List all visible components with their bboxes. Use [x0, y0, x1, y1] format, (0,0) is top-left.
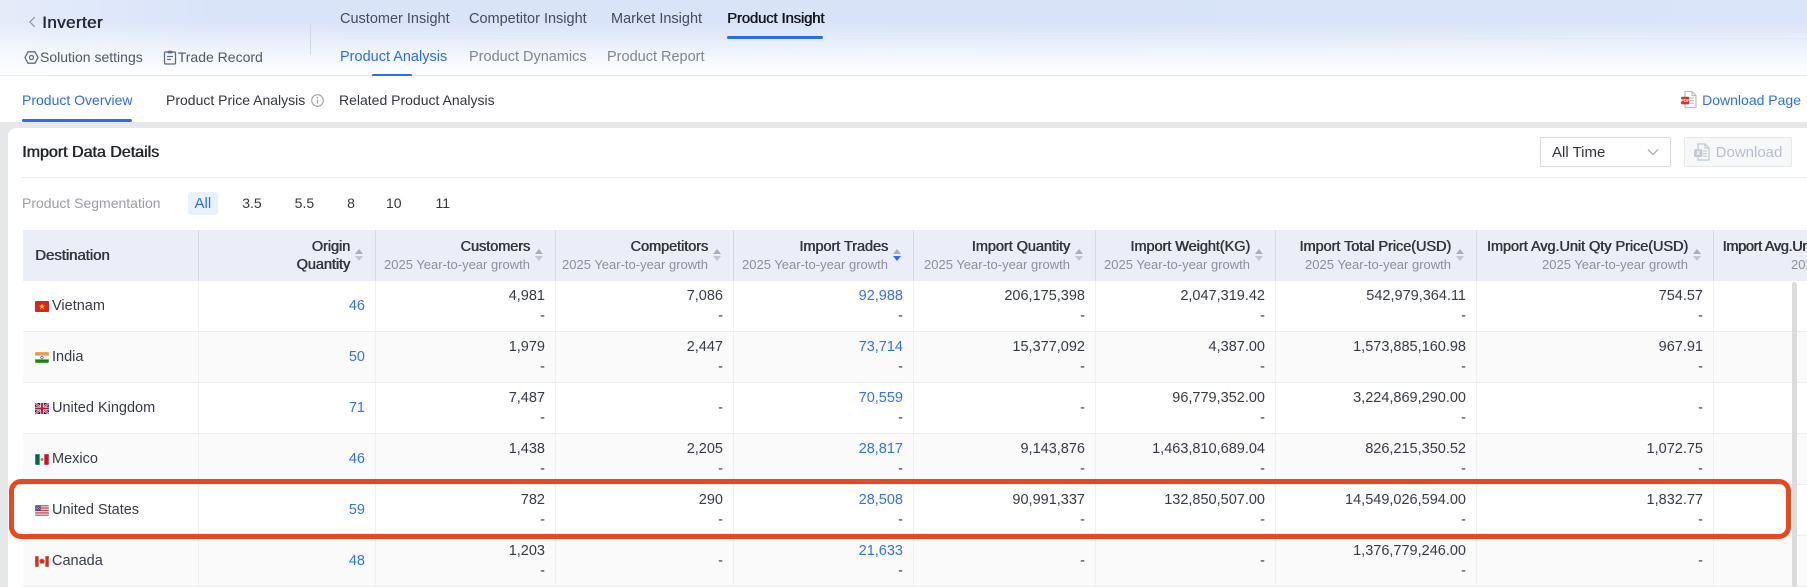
svg-text:X: X [1696, 151, 1700, 157]
svg-text:PDF: PDF [1681, 98, 1690, 103]
